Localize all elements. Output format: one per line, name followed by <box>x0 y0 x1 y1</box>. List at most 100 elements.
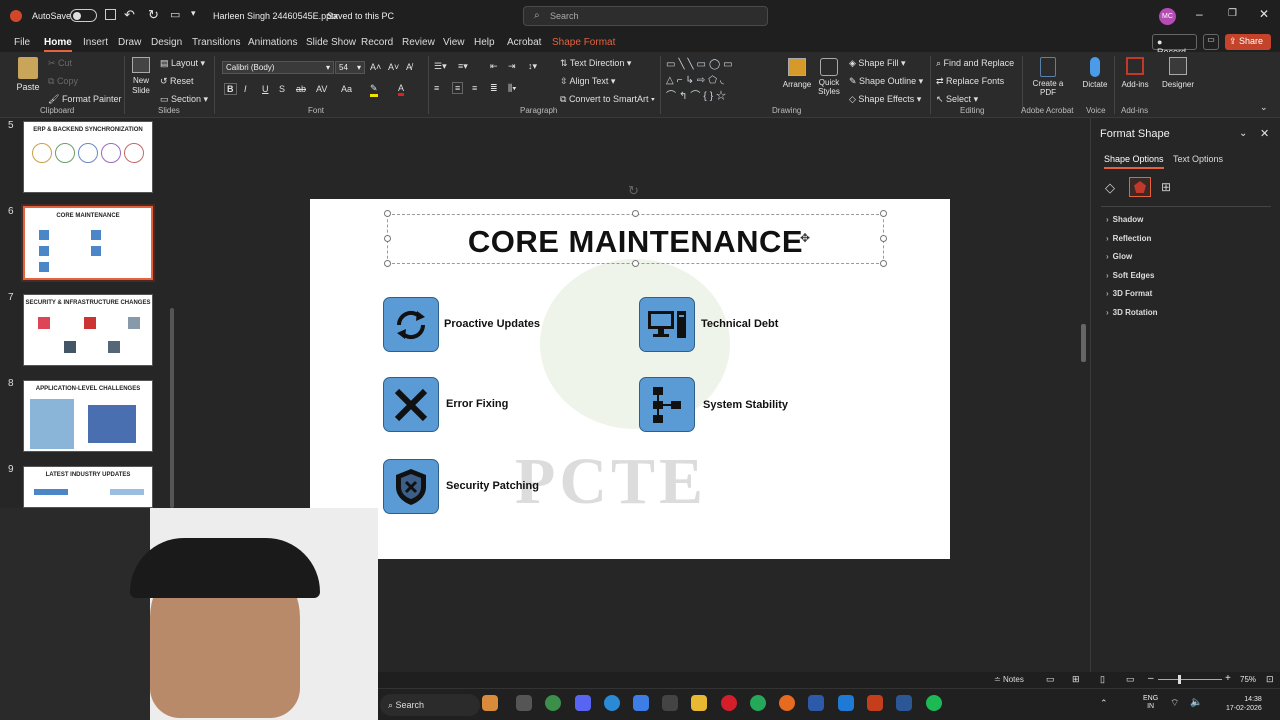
tab-home[interactable]: Home <box>44 37 72 52</box>
save-status[interactable]: Saved to this PC <box>327 11 394 21</box>
paste-button[interactable]: Paste <box>12 57 44 92</box>
section-soft-edges[interactable]: Soft Edges <box>1106 271 1155 280</box>
tab-record[interactable]: Record <box>361 37 393 48</box>
slide-thumbnail[interactable]: LATEST INDUSTRY UPDATES <box>23 466 153 508</box>
slide-thumbnail[interactable]: SECURITY & INFRASTRUCTURE CHANGES <box>23 294 153 366</box>
comments-icon[interactable]: ▭ <box>1203 34 1219 50</box>
format-painter-button[interactable]: 🖌 Format Painter <box>48 94 121 105</box>
search-box[interactable]: ⌕ Search <box>523 6 768 26</box>
section-button[interactable]: ▭ Section ▾ <box>160 94 208 105</box>
app-icon[interactable] <box>662 695 678 711</box>
line-spacing-icon[interactable]: ↕▾ <box>528 61 537 72</box>
undo-icon[interactable]: ↶ <box>124 7 135 23</box>
edge-icon[interactable] <box>604 695 620 711</box>
decrease-indent-icon[interactable]: ⇤ <box>490 61 498 72</box>
align-left-icon[interactable]: ≡ <box>434 83 439 93</box>
record-button[interactable]: ● Record <box>1152 34 1197 57</box>
find-replace-button[interactable]: ⌕ Find and Replace <box>936 58 1014 69</box>
restore-icon[interactable]: ❐ <box>1228 8 1237 19</box>
bold-icon[interactable]: B <box>224 83 237 95</box>
zoom-slider[interactable] <box>1158 675 1222 684</box>
section-glow[interactable]: Glow <box>1106 252 1133 261</box>
autosave-toggle[interactable] <box>70 9 97 22</box>
tab-view[interactable]: View <box>443 37 465 48</box>
effects-icon[interactable] <box>1129 177 1151 197</box>
slideshow-icon[interactable]: ▭ <box>1126 674 1135 685</box>
resize-handle[interactable] <box>880 260 887 267</box>
fill-line-icon[interactable]: ◇ <box>1105 180 1115 196</box>
weather-widget-icon[interactable] <box>482 695 498 711</box>
section-shadow[interactable]: Shadow <box>1106 215 1144 224</box>
canvas-scrollbar[interactable] <box>1081 324 1086 362</box>
slide-thumbnail-selected[interactable]: CORE MAINTENANCE <box>23 206 153 280</box>
align-center-icon[interactable]: ≡ <box>452 82 464 94</box>
close-icon[interactable]: ✕ <box>1259 7 1269 21</box>
section-3d-format[interactable]: 3D Format <box>1106 289 1153 298</box>
bullets-icon[interactable]: ☰▾ <box>434 61 447 72</box>
firefox-icon[interactable] <box>779 695 795 711</box>
zoom-in-icon[interactable]: + <box>1225 673 1231 684</box>
char-spacing-icon[interactable]: AV <box>316 84 327 94</box>
change-case-icon[interactable]: Aa <box>341 84 352 94</box>
resize-handle[interactable] <box>880 235 887 242</box>
vscode-icon[interactable] <box>838 695 854 711</box>
app-icon[interactable] <box>808 695 824 711</box>
tab-file[interactable]: File <box>14 37 30 48</box>
pane-close-icon[interactable]: ✕ <box>1260 127 1269 140</box>
reading-view-icon[interactable]: ▯ <box>1100 674 1105 685</box>
align-right-icon[interactable]: ≡ <box>472 83 477 93</box>
reset-button[interactable]: ↺ Reset <box>160 76 194 87</box>
spotify-icon[interactable] <box>926 695 942 711</box>
tab-shape-format[interactable]: Shape Format <box>552 37 615 48</box>
file-explorer-icon[interactable] <box>691 695 707 711</box>
tab-animations[interactable]: Animations <box>248 37 297 48</box>
volume-icon[interactable]: 🔈 <box>1190 697 1202 708</box>
text-direction-button[interactable]: ⇅ Text Direction ▾ <box>560 58 631 69</box>
underline-icon[interactable]: U <box>262 84 269 94</box>
discord-icon[interactable] <box>575 695 591 711</box>
resize-handle[interactable] <box>384 210 391 217</box>
increase-font-icon[interactable]: A˄ <box>370 62 381 72</box>
normal-view-icon[interactable]: ▭ <box>1046 674 1055 685</box>
tab-help[interactable]: Help <box>474 37 495 48</box>
store-icon[interactable] <box>633 695 649 711</box>
zoom-level[interactable]: 75% <box>1240 675 1256 684</box>
cut-button[interactable]: ✂ Cut <box>48 58 72 69</box>
minimize-icon[interactable]: – <box>1196 7 1203 21</box>
notes-button[interactable]: ≐ Notes <box>994 675 1024 684</box>
arrange-button[interactable]: Arrange <box>782 58 812 89</box>
wifi-icon[interactable]: ⌔ <box>1170 697 1179 710</box>
share-button[interactable]: ⇪ Share <box>1225 34 1271 50</box>
increase-indent-icon[interactable]: ⇥ <box>508 61 516 72</box>
chrome-icon[interactable] <box>545 695 561 711</box>
section-3d-rotation[interactable]: 3D Rotation <box>1106 308 1158 317</box>
opera-icon[interactable] <box>721 695 737 711</box>
tab-transitions[interactable]: Transitions <box>192 37 241 48</box>
numbering-icon[interactable]: ≡▾ <box>458 61 468 72</box>
taskbar-search[interactable]: ⌕ Search <box>380 694 480 716</box>
columns-icon[interactable]: ⫼▾ <box>508 83 517 94</box>
fit-slide-icon[interactable]: ⊡ <box>1266 674 1274 685</box>
tab-slide-show[interactable]: Slide Show <box>306 37 356 48</box>
pane-options-icon[interactable]: ⌄ <box>1239 128 1247 139</box>
dictate-button[interactable]: Dictate <box>1080 57 1110 89</box>
font-size-select[interactable]: 54 ▾ <box>335 61 365 74</box>
customize-qat-icon[interactable]: ▾ <box>191 8 196 19</box>
tab-shape-options[interactable]: Shape Options <box>1104 154 1164 169</box>
zoom-out-icon[interactable]: – <box>1148 673 1154 684</box>
quick-styles-button[interactable]: Quick Styles <box>814 58 844 96</box>
system-tray[interactable]: ⌃ <box>1100 698 1108 709</box>
addins-button[interactable]: Add-ins <box>1120 57 1150 89</box>
align-text-button[interactable]: ⇳ Align Text ▾ <box>560 76 615 87</box>
whatsapp-icon[interactable] <box>750 695 766 711</box>
shapes-gallery[interactable]: ▭╲╲▭◯▭ △⌐↳⇨⬠◟ ⌒↰⌒{}☆ <box>666 57 774 107</box>
shape-outline-button[interactable]: ✎ Shape Outline ▾ <box>849 76 923 87</box>
strikethrough-icon[interactable]: ab <box>296 84 306 94</box>
font-name-select[interactable]: Calibri (Body) ▾ <box>222 61 334 74</box>
resize-handle[interactable] <box>880 210 887 217</box>
task-view-icon[interactable] <box>516 695 532 711</box>
convert-smartart-button[interactable]: ⧉ Convert to SmartArt ▾ <box>560 94 655 105</box>
collapse-ribbon-icon[interactable]: ⌄ <box>1260 102 1268 113</box>
slide-thumbnail[interactable]: ERP & BACKEND SYNCHRONIZATION <box>23 121 153 193</box>
shape-fill-button[interactable]: ◈ Shape Fill ▾ <box>849 58 905 69</box>
